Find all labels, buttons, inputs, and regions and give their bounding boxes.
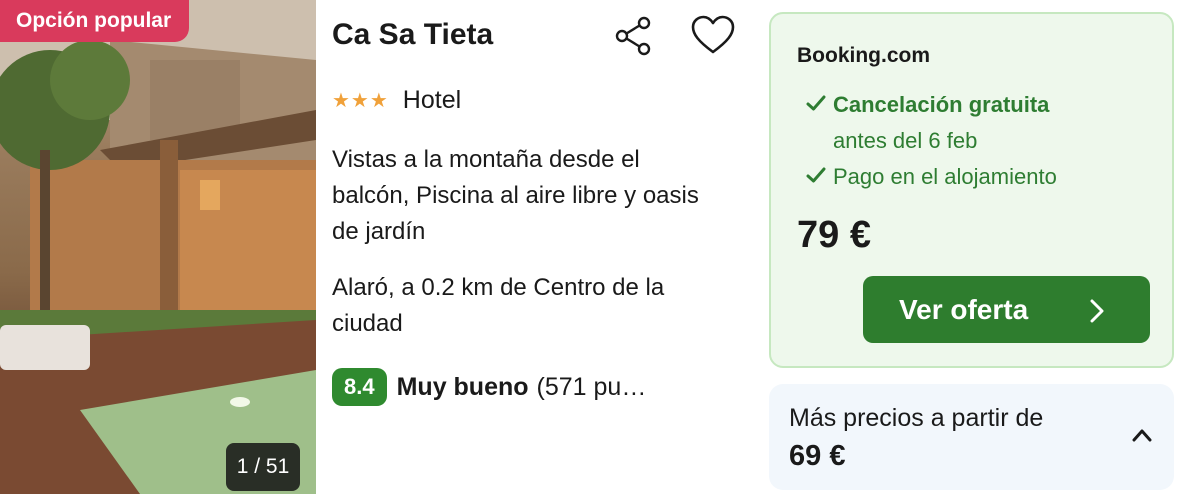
- more-prices-toggle[interactable]: Más precios a partir de 69 €: [769, 384, 1174, 490]
- hotel-type: Hotel: [402, 86, 462, 114]
- star-rating: ★★★: [332, 90, 389, 112]
- review-label: Muy bueno: [396, 372, 529, 401]
- review-count: (571 pu…: [536, 372, 647, 401]
- offer-price: 79 €: [797, 214, 871, 256]
- chevron-up-icon: [1132, 428, 1152, 447]
- check-icon: [805, 92, 827, 120]
- hotel-category: ★★★ Hotel: [332, 86, 461, 115]
- perk-detail: antes del 6 feb: [833, 128, 978, 153]
- hotel-photo[interactable]: Opción popular 1 / 51: [0, 0, 316, 494]
- check-icon: [805, 164, 827, 192]
- review-summary[interactable]: 8.4 Muy bueno (571 pu…: [332, 368, 646, 406]
- offer-card: Booking.com Cancelación gratuita antes d…: [769, 12, 1174, 368]
- hotel-name[interactable]: Ca Sa Tieta: [332, 18, 493, 52]
- hotel-photo-illustration: [0, 0, 316, 494]
- perk-title: Cancelación gratuita: [833, 92, 1050, 117]
- perk-free-cancellation: Cancelación gratuita: [805, 92, 1049, 120]
- popular-badge: Opción popular: [0, 0, 190, 42]
- more-prices-value: 69 €: [789, 440, 846, 472]
- perk-title: Pago en el alojamiento: [833, 164, 1057, 189]
- view-offer-label: Ver oferta: [899, 293, 1029, 325]
- hotel-features: Vistas a la montaña desde el balcón, Pis…: [332, 146, 699, 245]
- more-prices-label: Más precios a partir de: [789, 404, 1044, 432]
- photo-counter: 1 / 51: [226, 443, 300, 491]
- offer-provider: Booking.com: [797, 44, 931, 67]
- hotel-location: Alaró, a 0.2 km de Centro de la ciudad: [332, 274, 665, 337]
- chevron-right-icon: [1090, 298, 1104, 330]
- share-icon[interactable]: [612, 14, 656, 58]
- review-score-badge: 8.4: [332, 368, 387, 406]
- view-offer-button[interactable]: Ver oferta: [863, 276, 1150, 343]
- heart-icon[interactable]: [690, 14, 736, 58]
- listing-info: Ca Sa Tieta ★★★ Hotel Vistas a la montañ…: [332, 0, 742, 494]
- perk-pay-at-property: Pago en el alojamiento: [805, 164, 1057, 192]
